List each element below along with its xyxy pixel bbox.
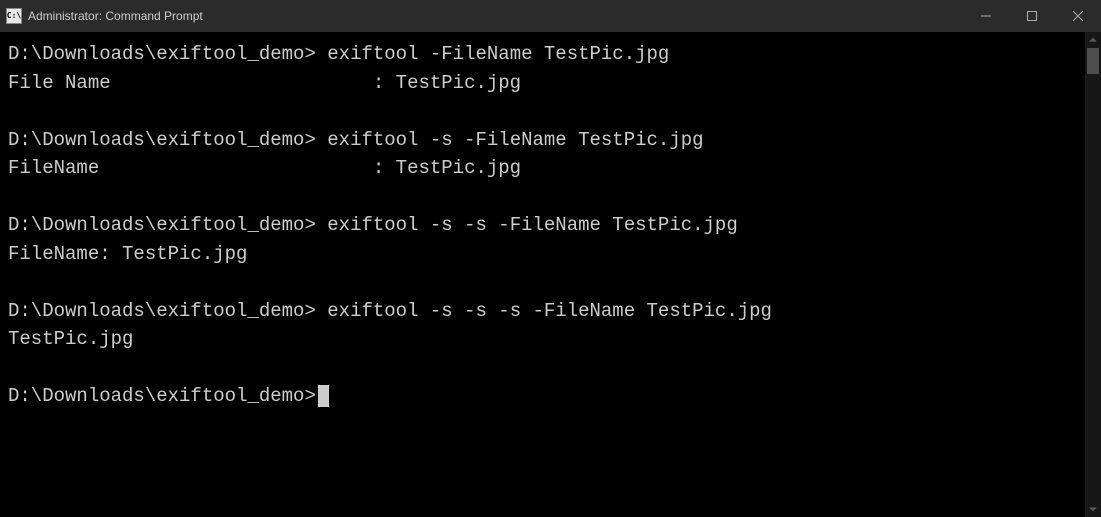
window-controls bbox=[963, 0, 1101, 32]
maximize-icon bbox=[1027, 11, 1037, 21]
prompt: D:\Downloads\exiftool_demo> bbox=[8, 43, 327, 65]
text-cursor bbox=[318, 385, 329, 407]
output-line: FileName : TestPic.jpg bbox=[8, 154, 1085, 183]
output-line: File Name : TestPic.jpg bbox=[8, 69, 1085, 98]
titlebar[interactable]: C:\ Administrator: Command Prompt bbox=[0, 0, 1101, 32]
icon-text: C:\ bbox=[7, 12, 21, 20]
maximize-button[interactable] bbox=[1009, 0, 1055, 32]
scroll-down-button[interactable] bbox=[1085, 501, 1101, 517]
client-area: D:\Downloads\exiftool_demo> exiftool -Fi… bbox=[0, 32, 1101, 517]
chevron-down-icon bbox=[1089, 505, 1097, 513]
command-prompt-window: C:\ Administrator: Command Prompt D:\Dow… bbox=[0, 0, 1101, 517]
output-line: TestPic.jpg bbox=[8, 325, 1085, 354]
command-line: D:\Downloads\exiftool_demo> exiftool -s … bbox=[8, 126, 1085, 155]
close-icon bbox=[1073, 11, 1083, 21]
prompt: D:\Downloads\exiftool_demo> bbox=[8, 129, 327, 151]
scroll-thumb[interactable] bbox=[1087, 48, 1099, 74]
output-line bbox=[8, 268, 1085, 297]
command-line: D:\Downloads\exiftool_demo> exiftool -Fi… bbox=[8, 40, 1085, 69]
output-line bbox=[8, 183, 1085, 212]
command-line: D:\Downloads\exiftool_demo> bbox=[8, 382, 1085, 411]
vertical-scrollbar[interactable] bbox=[1085, 32, 1101, 517]
prompt: D:\Downloads\exiftool_demo> bbox=[8, 385, 316, 407]
close-button[interactable] bbox=[1055, 0, 1101, 32]
window-title: Administrator: Command Prompt bbox=[28, 9, 203, 23]
terminal-output[interactable]: D:\Downloads\exiftool_demo> exiftool -Fi… bbox=[0, 32, 1085, 517]
command-text: exiftool -s -s -FileName TestPic.jpg bbox=[327, 214, 737, 236]
command-line: D:\Downloads\exiftool_demo> exiftool -s … bbox=[8, 211, 1085, 240]
minimize-icon bbox=[981, 11, 991, 21]
output-line bbox=[8, 97, 1085, 126]
command-prompt-icon: C:\ bbox=[6, 8, 22, 24]
command-line: D:\Downloads\exiftool_demo> exiftool -s … bbox=[8, 297, 1085, 326]
chevron-up-icon bbox=[1089, 36, 1097, 44]
prompt: D:\Downloads\exiftool_demo> bbox=[8, 214, 327, 236]
prompt: D:\Downloads\exiftool_demo> bbox=[8, 300, 327, 322]
minimize-button[interactable] bbox=[963, 0, 1009, 32]
scroll-up-button[interactable] bbox=[1085, 32, 1101, 48]
command-text: exiftool -s -s -s -FileName TestPic.jpg bbox=[327, 300, 772, 322]
output-line bbox=[8, 354, 1085, 383]
command-text: exiftool -s -FileName TestPic.jpg bbox=[327, 129, 703, 151]
command-text: exiftool -FileName TestPic.jpg bbox=[327, 43, 669, 65]
output-line: FileName: TestPic.jpg bbox=[8, 240, 1085, 269]
